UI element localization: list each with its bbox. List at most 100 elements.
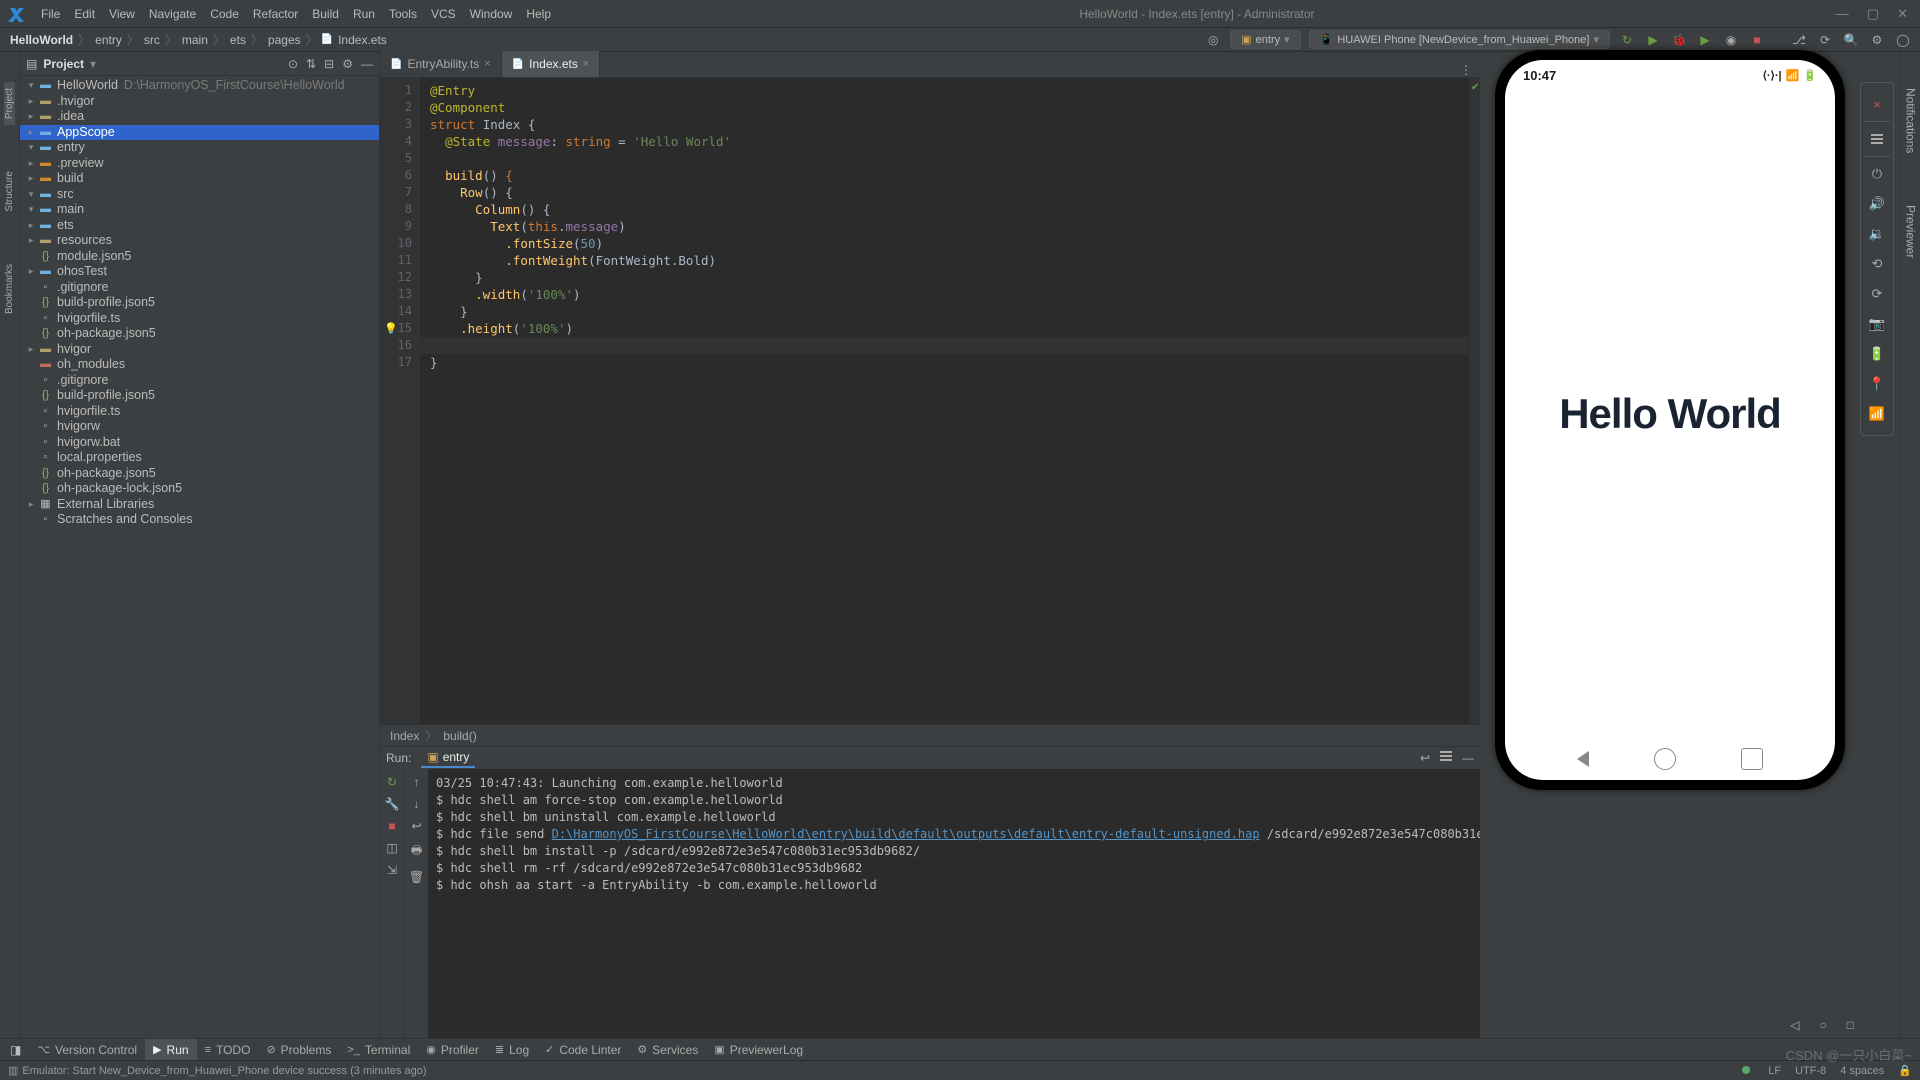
- breadcrumb[interactable]: pages: [266, 33, 303, 47]
- breadcrumb-file[interactable]: Index.ets: [336, 33, 389, 47]
- soft-wrap-icon[interactable]: ↩: [1420, 751, 1430, 765]
- profiler-icon[interactable]: ◉: [1722, 31, 1740, 49]
- tree-row[interactable]: ▸▬resources: [20, 233, 379, 249]
- sync-icon[interactable]: ⟳: [1816, 31, 1834, 49]
- menu-tools[interactable]: Tools: [382, 7, 424, 21]
- notifications-tool-button[interactable]: Notifications: [1904, 82, 1918, 159]
- tooltab-profiler[interactable]: ◉Profiler: [418, 1039, 487, 1060]
- up-icon[interactable]: ↑: [414, 775, 420, 789]
- tree-row[interactable]: ▸▬hvigor: [20, 342, 379, 358]
- emu-battery-icon[interactable]: 🔋: [1863, 339, 1891, 369]
- crumb-function[interactable]: build(): [443, 729, 476, 743]
- emu-back-icon[interactable]: ◁: [1790, 1018, 1799, 1032]
- tree-row[interactable]: ▫hvigorw.bat: [20, 435, 379, 451]
- link-icon[interactable]: ⇲: [387, 863, 397, 877]
- emu-rotate-left-icon[interactable]: ⟲: [1863, 249, 1891, 279]
- tree-row[interactable]: ▫hvigorfile.ts: [20, 311, 379, 327]
- tree-row[interactable]: ▾▬main: [20, 202, 379, 218]
- breadcrumb[interactable]: ets: [228, 33, 248, 47]
- tree-row[interactable]: {}module.json5: [20, 249, 379, 265]
- status-line-sep[interactable]: LF: [1768, 1065, 1781, 1077]
- tree-row[interactable]: ▾▬entry: [20, 140, 379, 156]
- select-opened-icon[interactable]: ⊙: [288, 57, 298, 71]
- nav-home-icon[interactable]: [1654, 748, 1676, 770]
- tree-row[interactable]: ▸▬build: [20, 171, 379, 187]
- tree-row[interactable]: ▾▬src: [20, 187, 379, 203]
- tooltab-previewerlog[interactable]: ▣PreviewerLog: [706, 1039, 811, 1060]
- breadcrumb-project[interactable]: HelloWorld: [8, 33, 75, 47]
- nav-back-icon[interactable]: [1577, 751, 1589, 767]
- device-selector[interactable]: 📱HUAWEI Phone [NewDevice_from_Huawei_Pho…: [1309, 30, 1610, 49]
- emu-close-icon[interactable]: ×: [1863, 89, 1891, 119]
- tree-row[interactable]: ▸▬.hvigor: [20, 94, 379, 110]
- status-indent[interactable]: 4 spaces: [1840, 1065, 1884, 1077]
- emu-volume-down-icon[interactable]: 🔉: [1863, 219, 1891, 249]
- breadcrumb[interactable]: main: [180, 33, 210, 47]
- tooltab-code-linter[interactable]: ✓Code Linter: [537, 1039, 629, 1060]
- code-editor[interactable]: 1234567891011121314151617💡 @Entry @Compo…: [380, 78, 1480, 724]
- tree-row[interactable]: ▫.gitignore: [20, 280, 379, 296]
- tree-row[interactable]: ▾▬HelloWorldD:\HarmonyOS_FirstCourse\Hel…: [20, 78, 379, 94]
- tree-row[interactable]: ▫hvigorw: [20, 419, 379, 435]
- tree-row[interactable]: {}oh-package.json5: [20, 326, 379, 342]
- settings-icon[interactable]: ⚙: [1868, 31, 1886, 49]
- tab-actions-icon[interactable]: ⋮: [1452, 63, 1480, 77]
- tooltab-version-control[interactable]: ⌥Version Control: [29, 1039, 145, 1060]
- structure-tool-button[interactable]: Structure: [4, 165, 15, 218]
- print-icon[interactable]: 🖶: [411, 841, 422, 862]
- status-encoding[interactable]: UTF-8: [1795, 1065, 1826, 1077]
- tree-row[interactable]: {}build-profile.json5: [20, 295, 379, 311]
- tree-row[interactable]: ▸▬.idea: [20, 109, 379, 125]
- vcs-icon[interactable]: ⎇: [1790, 31, 1808, 49]
- nav-recent-icon[interactable]: [1741, 748, 1763, 770]
- emu-overview-icon[interactable]: □: [1847, 1018, 1854, 1032]
- project-tree[interactable]: ▾▬HelloWorldD:\HarmonyOS_FirstCourse\Hel…: [20, 76, 379, 1038]
- maximize-icon[interactable]: ▢: [1867, 6, 1879, 22]
- run-config-selector[interactable]: ▣entry▾: [1230, 30, 1300, 49]
- tab-entryability[interactable]: 📄EntryAbility.ts×: [380, 51, 502, 77]
- refresh-icon[interactable]: ↻: [1618, 31, 1636, 49]
- emu-rotate-right-icon[interactable]: ⟳: [1863, 279, 1891, 309]
- wrap-icon[interactable]: ↩: [411, 819, 421, 833]
- tree-row[interactable]: ▸▬AppScope: [20, 125, 379, 141]
- phone-screen[interactable]: 10:47 ⟨·⟩·| 📶 🔋 Hello World: [1505, 60, 1835, 780]
- tooltab-services[interactable]: ⚙Services: [629, 1039, 706, 1060]
- close-icon[interactable]: ✕: [1897, 6, 1908, 22]
- tooltab-problems[interactable]: ⊘Problems: [258, 1039, 339, 1060]
- emu-volume-up-icon[interactable]: 🔊: [1863, 189, 1891, 219]
- expand-icon[interactable]: ⇅: [306, 57, 316, 71]
- minimize-icon[interactable]: —: [1836, 6, 1849, 22]
- trash-icon[interactable]: 🗑: [409, 870, 424, 884]
- project-tool-button[interactable]: Project: [4, 82, 15, 125]
- emu-home-icon[interactable]: ○: [1820, 1018, 1827, 1032]
- down-icon[interactable]: ↓: [414, 797, 420, 811]
- tree-row[interactable]: {}build-profile.json5: [20, 388, 379, 404]
- tree-row[interactable]: ▸▬ets: [20, 218, 379, 234]
- collapse-icon[interactable]: ⊟: [324, 57, 334, 71]
- menu-help[interactable]: Help: [519, 7, 558, 21]
- tree-row[interactable]: ▸▦External Libraries: [20, 497, 379, 513]
- menu-build[interactable]: Build: [305, 7, 346, 21]
- breadcrumb[interactable]: entry: [93, 33, 124, 47]
- menu-edit[interactable]: Edit: [67, 7, 102, 21]
- menu-vcs[interactable]: VCS: [424, 7, 463, 21]
- menu-code[interactable]: Code: [203, 7, 246, 21]
- tab-close-icon[interactable]: ×: [583, 58, 589, 70]
- hide-panel-icon[interactable]: —: [1462, 751, 1474, 765]
- emu-wifi-icon[interactable]: 📶: [1863, 399, 1891, 429]
- tooltab-log[interactable]: ≣Log: [487, 1039, 537, 1060]
- tooltab-run[interactable]: ▶Run: [145, 1039, 196, 1060]
- crumb-struct[interactable]: Index: [390, 729, 419, 743]
- gear-icon[interactable]: ⚙: [342, 57, 353, 71]
- layout-icon[interactable]: ◫: [386, 841, 397, 855]
- hide-icon[interactable]: —: [361, 57, 373, 71]
- stop-icon[interactable]: ■: [1748, 31, 1766, 49]
- emu-screenshot-icon[interactable]: 📷: [1863, 309, 1891, 339]
- run-icon[interactable]: ▶: [1644, 31, 1662, 49]
- tool-window-quick-access[interactable]: ◨: [6, 1043, 25, 1057]
- tree-row[interactable]: ▫Scratches and Consoles: [20, 512, 379, 528]
- search-icon[interactable]: 🔍: [1842, 31, 1860, 49]
- menu-window[interactable]: Window: [463, 7, 520, 21]
- tree-row[interactable]: ▸▬ohosTest: [20, 264, 379, 280]
- emu-menu-icon[interactable]: [1863, 124, 1891, 154]
